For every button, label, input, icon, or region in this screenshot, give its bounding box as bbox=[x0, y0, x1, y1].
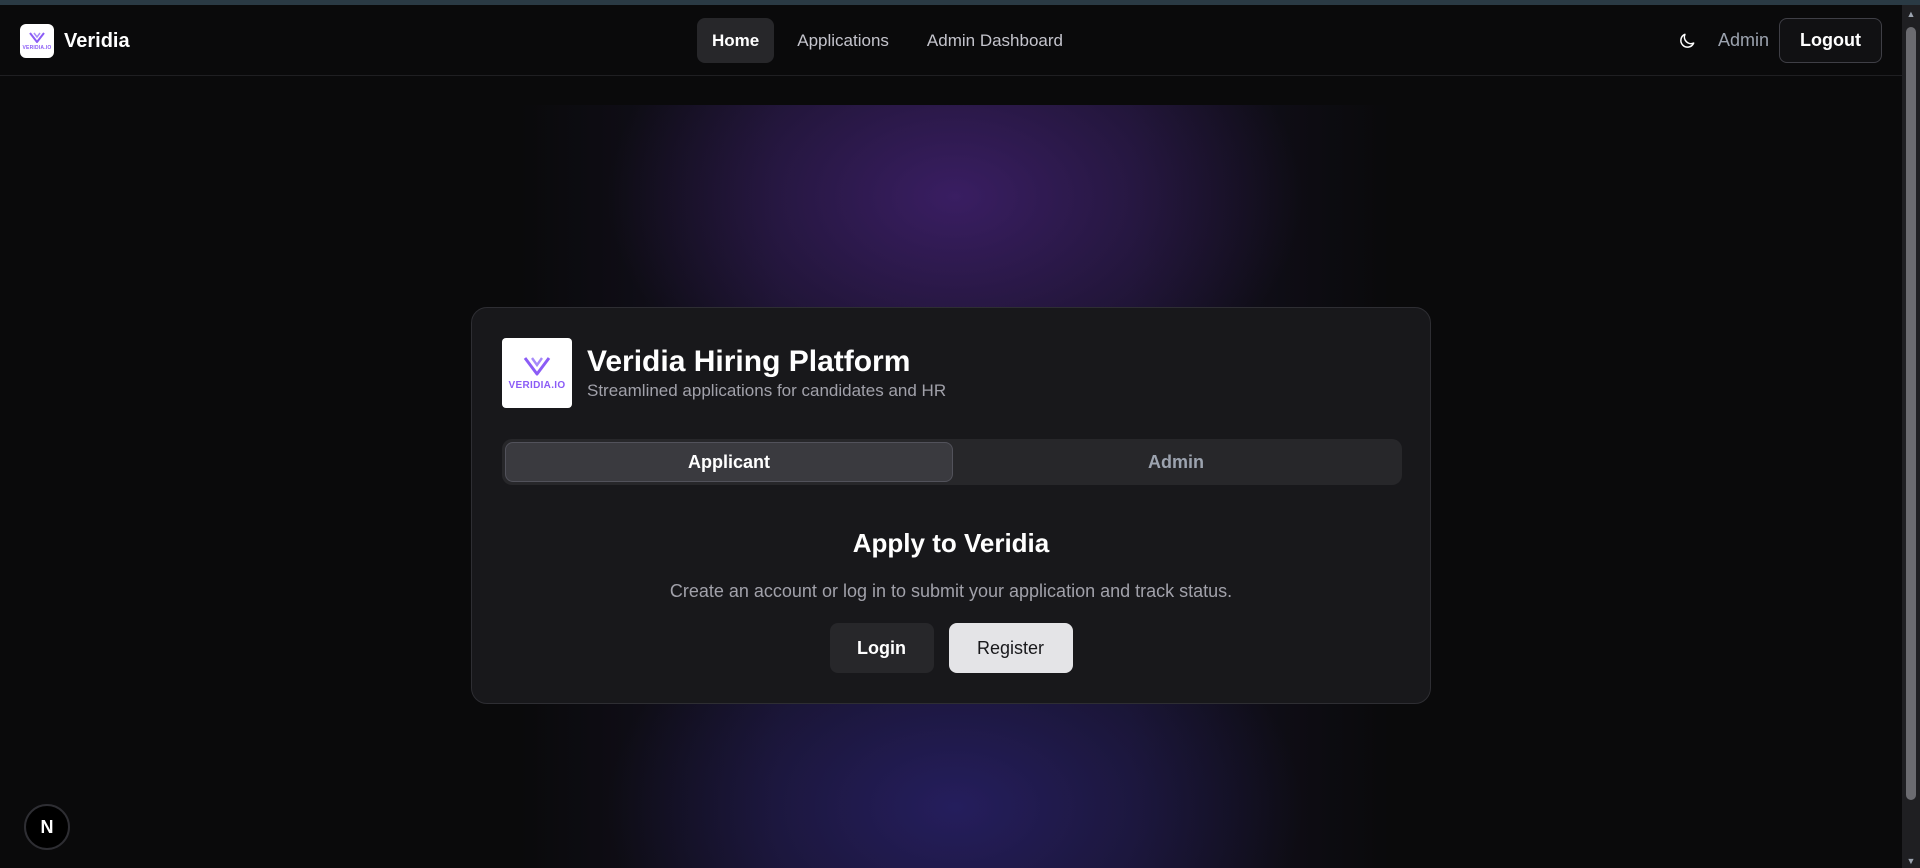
nav-applications[interactable]: Applications bbox=[782, 18, 904, 63]
register-button[interactable]: Register bbox=[948, 623, 1073, 673]
apply-title: Apply to Veridia bbox=[852, 528, 1050, 558]
brand[interactable]: VERIDIA.IO Veridia bbox=[20, 24, 130, 58]
veridia-v-icon bbox=[523, 357, 551, 376]
welcome-card: VERIDIA.IO Veridia Hiring Platform Strea… bbox=[471, 307, 1431, 704]
vertical-scrollbar[interactable]: ▲ ▼ bbox=[1902, 5, 1920, 868]
card-logo-text: VERIDIA.IO bbox=[508, 380, 566, 391]
nav-admin-dashboard[interactable]: Admin Dashboard bbox=[912, 18, 1078, 63]
tab-admin[interactable]: Admin bbox=[953, 442, 1399, 482]
top-navbar: VERIDIA.IO Veridia Home Applications Adm… bbox=[0, 5, 1902, 76]
role-tabs: Applicant Admin bbox=[502, 439, 1402, 485]
moon-icon bbox=[1680, 33, 1695, 48]
veridia-v-icon bbox=[29, 32, 45, 43]
header-actions: Admin Logout bbox=[1670, 18, 1882, 63]
card-heading-group: Veridia Hiring Platform Streamlined appl… bbox=[587, 345, 946, 401]
card-subtitle: Streamlined applications for candidates … bbox=[587, 381, 947, 400]
apply-description: Create an account or log in to submit yo… bbox=[669, 581, 1233, 601]
nextjs-icon: N bbox=[40, 816, 54, 837]
card-header: VERIDIA.IO Veridia Hiring Platform Strea… bbox=[502, 338, 946, 408]
auth-actions: Login Register bbox=[472, 623, 1430, 673]
tab-applicant[interactable]: Applicant bbox=[505, 442, 953, 482]
card-logo: VERIDIA.IO bbox=[502, 338, 572, 408]
nextjs-devtools-badge[interactable]: N bbox=[24, 804, 70, 850]
brand-logo: VERIDIA.IO bbox=[20, 24, 54, 58]
logout-button[interactable]: Logout bbox=[1779, 18, 1882, 63]
login-button[interactable]: Login bbox=[829, 623, 934, 673]
card-title: Veridia Hiring Platform bbox=[587, 345, 911, 378]
scroll-thumb[interactable] bbox=[1906, 27, 1916, 800]
main-nav: Home Applications Admin Dashboard bbox=[697, 18, 1078, 63]
brand-name: Veridia bbox=[64, 29, 130, 52]
scroll-down-icon[interactable]: ▼ bbox=[1906, 856, 1916, 866]
user-role-label: Admin bbox=[1717, 30, 1770, 50]
theme-toggle-button[interactable] bbox=[1670, 24, 1704, 58]
scroll-up-icon[interactable]: ▲ bbox=[1906, 9, 1916, 19]
brand-logo-text: VERIDIA.IO bbox=[22, 45, 52, 51]
nav-home[interactable]: Home bbox=[697, 18, 775, 63]
